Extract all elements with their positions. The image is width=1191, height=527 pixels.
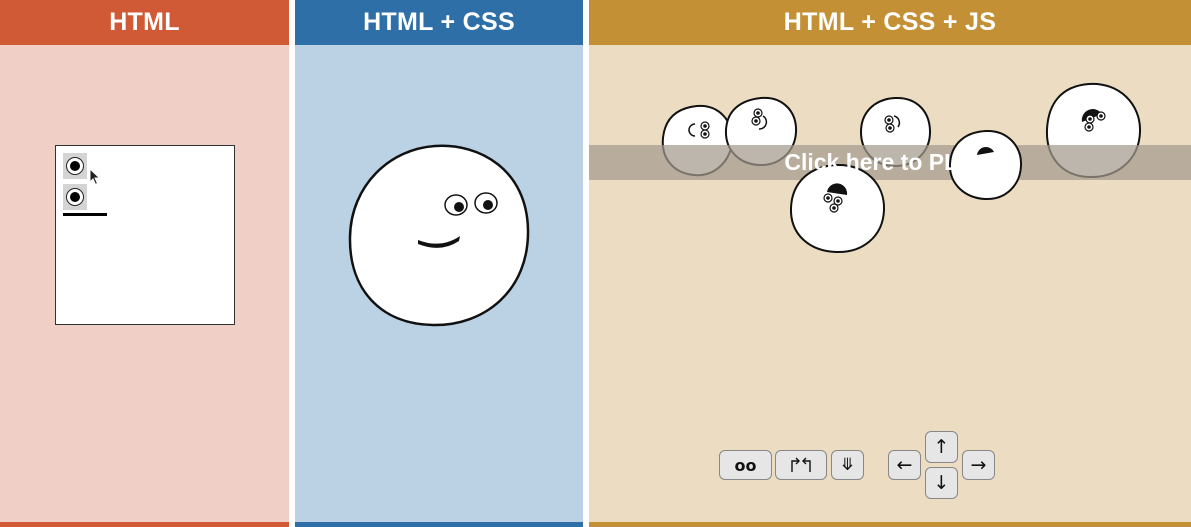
panel-title-css: HTML + CSS (295, 0, 583, 45)
down-arrow-key-button[interactable]: ↓ (925, 467, 958, 499)
cursor-arrow-icon (89, 168, 101, 186)
radio-button-1[interactable] (63, 153, 87, 179)
blob-eye-right (474, 192, 498, 214)
blob-body (348, 144, 530, 327)
radio-button-icon (66, 157, 84, 175)
eyes-key-label: oo (734, 455, 757, 475)
left-arrow-key-button[interactable]: ← (888, 450, 921, 480)
radio-button-2[interactable] (63, 184, 87, 210)
html-panel: HTML (0, 0, 289, 527)
css-panel: HTML + CSS (295, 0, 583, 527)
panel-footer-js (589, 522, 1191, 527)
eyes-key-button[interactable]: oo (719, 450, 772, 480)
blob-eye-left (444, 194, 468, 216)
play-button-label: Click here to PLAY! (784, 149, 996, 175)
turn-key-button[interactable] (775, 450, 827, 480)
right-arrow-key-button[interactable]: → (962, 450, 995, 480)
panel-title-html: HTML (0, 0, 289, 45)
left-arrow-icon: ← (896, 454, 913, 476)
panel-footer-html (0, 522, 289, 527)
right-arrow-icon: → (970, 454, 987, 476)
horizontal-rule (63, 213, 107, 216)
html-demo-box (55, 145, 235, 325)
css-blob-character (348, 144, 530, 327)
radio-button-icon (66, 188, 84, 206)
panel-footer-css (295, 522, 583, 527)
turn-arrows-icon (791, 457, 811, 472)
play-button[interactable]: Click here to PLAY! (589, 145, 1191, 180)
down-arrow-icon: ↓ (933, 472, 950, 494)
up-arrow-icon: ↑ (933, 436, 950, 458)
game-stage (589, 82, 1191, 254)
up-arrow-key-button[interactable]: ↑ (925, 431, 958, 463)
drop-key-button[interactable]: ⤋ (831, 450, 864, 480)
js-panel: HTML + CSS + JS Click here to PLAY! oo ⤋… (589, 0, 1191, 527)
drop-arrow-icon: ⤋ (840, 455, 855, 475)
